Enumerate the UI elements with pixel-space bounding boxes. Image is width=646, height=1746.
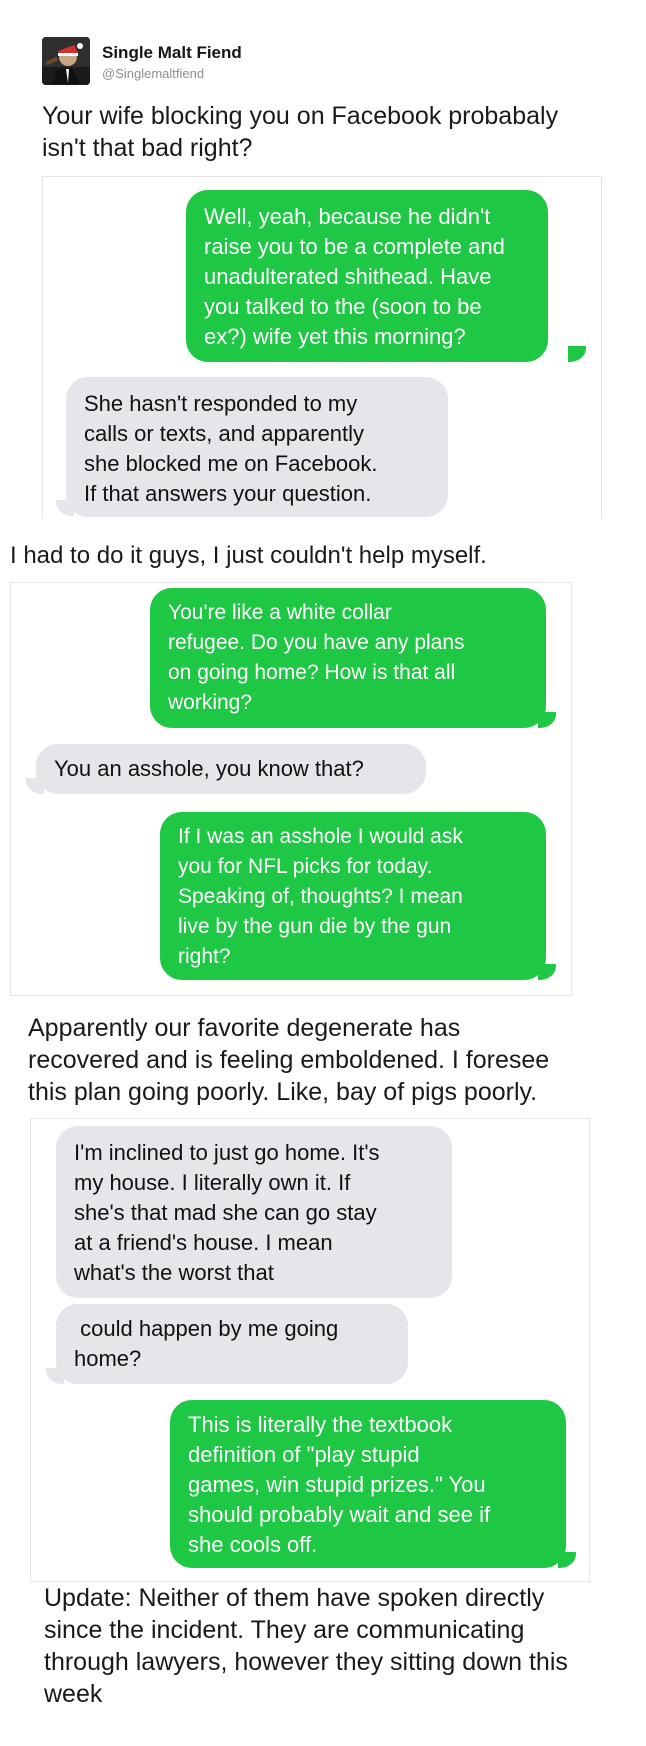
avatar[interactable] <box>42 37 90 85</box>
caption-2: I had to do it guys, I just couldn't hel… <box>10 542 487 569</box>
caption-4: Update: Neither of them have spoken dire… <box>44 1584 568 1708</box>
caption-3: Apparently our favorite degenerate has r… <box>28 1014 550 1106</box>
message-bubble-received: I'm inclined to just go home. It's my ho… <box>56 1126 452 1298</box>
message-bubble-sent: Well, yeah, because he didn't raise you … <box>186 190 548 362</box>
message-bubble-received: You an asshole, you know that? <box>36 744 426 794</box>
tweet-text: Your wife blocking you on Facebook proba… <box>42 102 559 162</box>
handle[interactable]: @Singlemaltfiend <box>102 66 204 81</box>
display-name[interactable]: Single Malt Fiend <box>102 43 242 63</box>
man-with-santa-hat-drinking-avatar-icon <box>42 37 90 85</box>
message-bubble-sent: This is literally the textbook definitio… <box>170 1400 566 1568</box>
message-bubble-received: She hasn't responded to my calls or text… <box>66 377 448 517</box>
message-bubble-sent: If I was an asshole I would ask you for … <box>160 812 546 980</box>
message-bubble-sent: You're like a white collar refugee. Do y… <box>150 588 546 728</box>
message-bubble-received: could happen by me going home? <box>56 1304 408 1384</box>
